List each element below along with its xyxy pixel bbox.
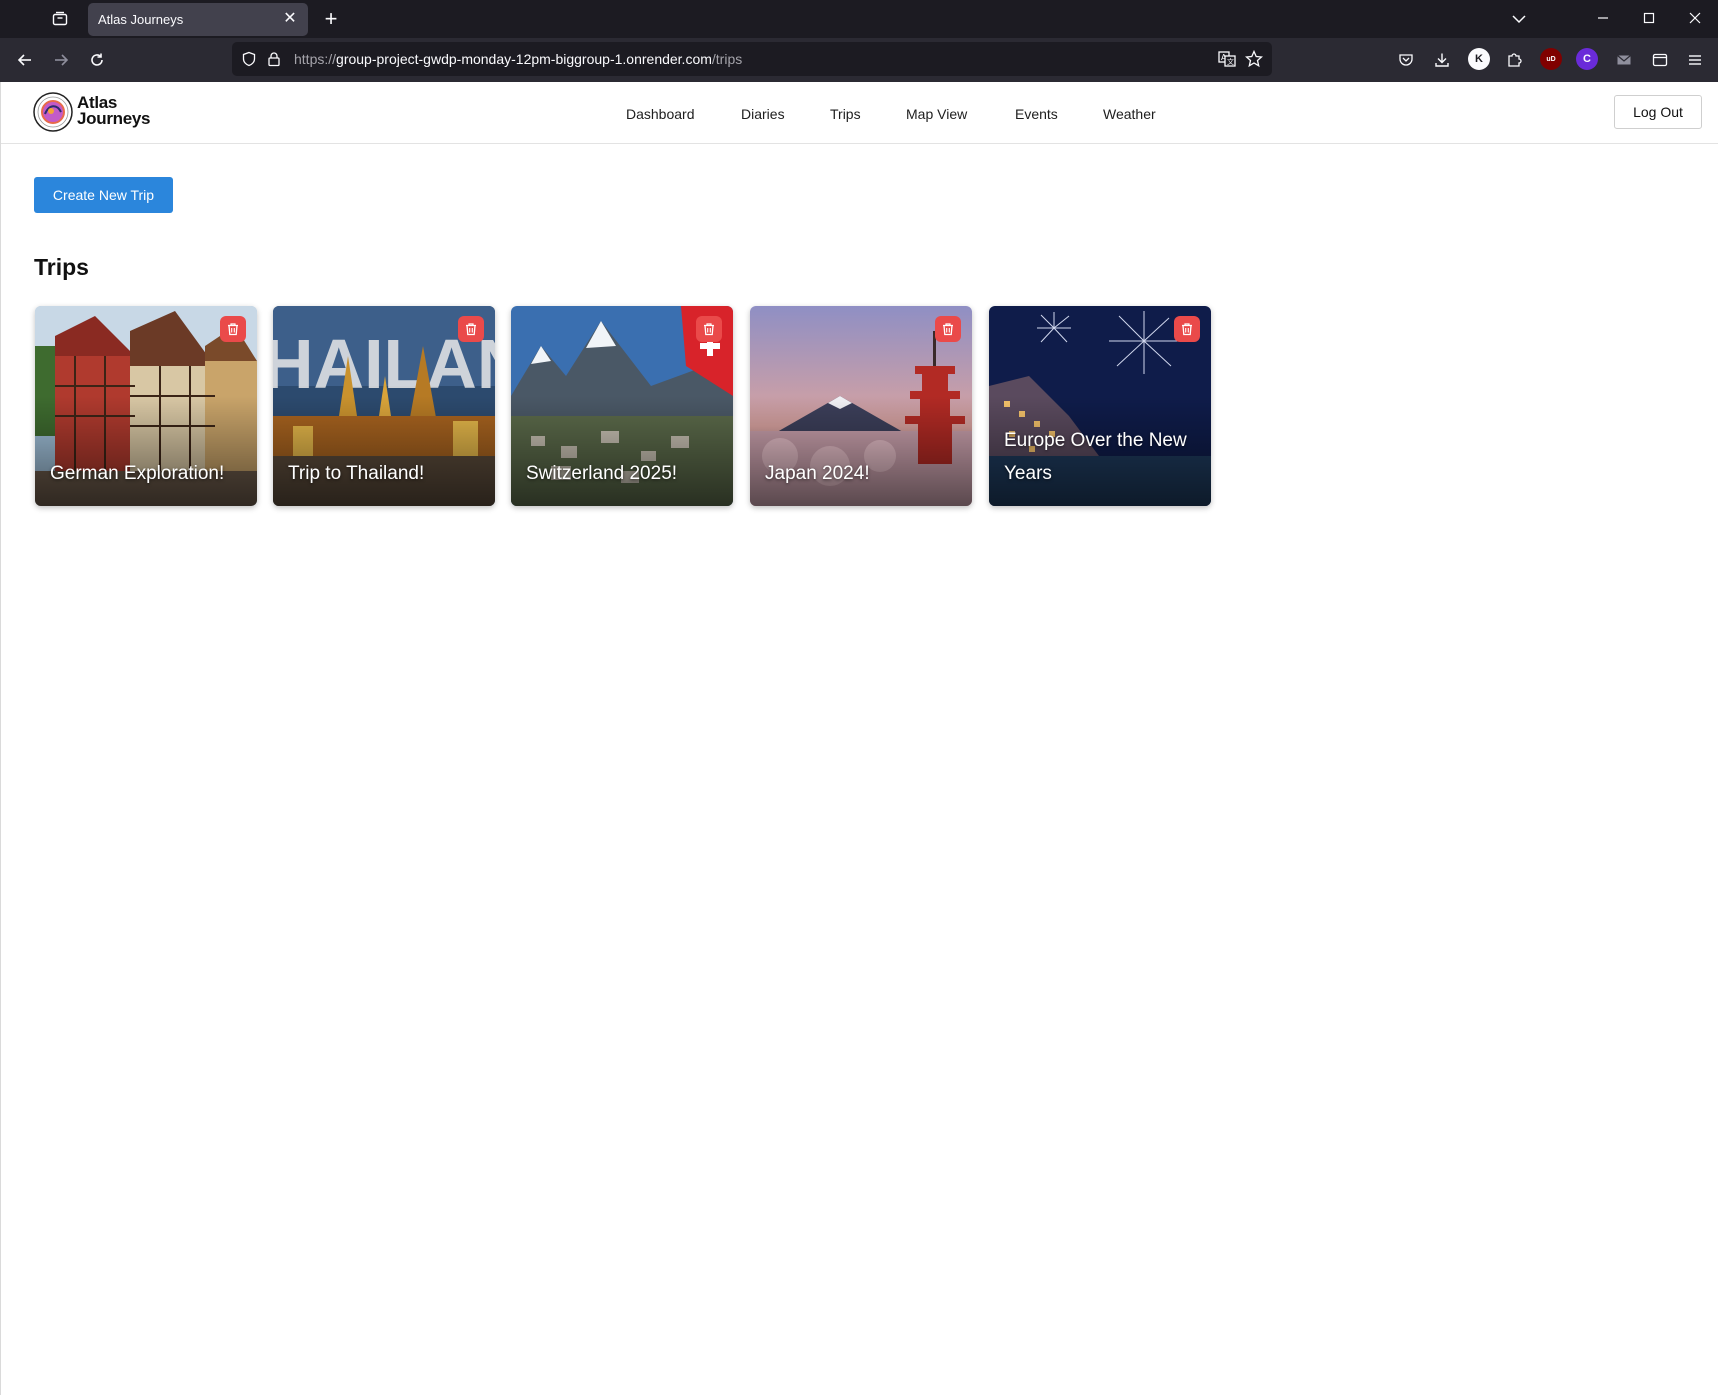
nav-dashboard[interactable]: Dashboard — [626, 106, 695, 122]
address-bar[interactable]: https://group-project-gwdp-monday-12pm-b… — [232, 42, 1272, 76]
puzzle-extensions-icon[interactable] — [1501, 47, 1527, 73]
trip-card[interactable]: HAILAN Trip to Thailand! — [273, 306, 495, 506]
back-arrow-icon[interactable] — [12, 47, 38, 73]
lock-icon[interactable] — [266, 51, 282, 72]
translate-icon[interactable]: A文 — [1218, 50, 1236, 73]
c-extension-icon[interactable]: C — [1576, 48, 1598, 70]
trash-icon — [466, 323, 476, 336]
trash-icon — [228, 323, 238, 336]
trip-title: Japan 2024! — [765, 463, 870, 484]
delete-trip-button[interactable] — [1174, 316, 1200, 342]
tab-close-icon[interactable]: ✕ — [280, 9, 300, 29]
trip-card[interactable]: German Exploration! — [35, 306, 257, 506]
nav-trips[interactable]: Trips — [830, 106, 861, 122]
delete-trip-button[interactable] — [458, 316, 484, 342]
trip-title: German Exploration! — [50, 463, 225, 484]
nav-diaries[interactable]: Diaries — [741, 106, 785, 122]
atlas-journeys-logo[interactable] — [33, 92, 73, 132]
url-prefix: https:// — [294, 51, 337, 67]
close-window-icon[interactable] — [1672, 0, 1718, 36]
trip-title: Switzerland 2025! — [526, 463, 678, 484]
nav-map-view[interactable]: Map View — [906, 106, 967, 122]
tab-overview-icon[interactable] — [46, 6, 74, 32]
shield-icon[interactable] — [241, 51, 257, 72]
forward-arrow-icon[interactable] — [48, 47, 74, 73]
ublock-extension-icon[interactable]: uD — [1540, 48, 1562, 70]
logout-button[interactable]: Log Out — [1614, 95, 1702, 129]
maximize-icon[interactable] — [1626, 0, 1672, 36]
tab-title: Atlas Journeys — [98, 12, 184, 27]
minimize-icon[interactable] — [1580, 0, 1626, 36]
url-path: /trips — [711, 51, 743, 67]
url-host: group-project-gwdp-monday-12pm-biggroup-… — [336, 51, 712, 67]
trash-icon — [704, 323, 714, 336]
site-header: Atlas Journeys Dashboard Diaries Trips M… — [1, 82, 1718, 144]
hamburger-menu-icon[interactable] — [1682, 47, 1708, 73]
delete-trip-button[interactable] — [220, 316, 246, 342]
star-bookmark-icon[interactable] — [1244, 49, 1264, 73]
browser-titlebar: Atlas Journeys ✕ + — [0, 0, 1718, 38]
trip-card[interactable]: Japan 2024! — [750, 306, 972, 506]
browser-tab[interactable]: Atlas Journeys ✕ — [88, 3, 308, 36]
new-tab-button[interactable]: + — [318, 6, 344, 32]
trip-title: Trip to Thailand! — [288, 463, 425, 484]
k-extension-icon[interactable]: K — [1468, 48, 1490, 70]
nav-weather[interactable]: Weather — [1103, 106, 1156, 122]
trash-icon — [943, 323, 953, 336]
browser-toolbar: https://group-project-gwdp-monday-12pm-b… — [0, 38, 1718, 82]
delete-trip-button[interactable] — [696, 316, 722, 342]
chevron-down-icon[interactable] — [1506, 7, 1532, 31]
sidebar-window-icon[interactable] — [1647, 47, 1673, 73]
delete-trip-button[interactable] — [935, 316, 961, 342]
nav-events[interactable]: Events — [1015, 106, 1058, 122]
download-icon[interactable] — [1429, 47, 1455, 73]
trip-card[interactable]: Switzerland 2025! — [511, 306, 733, 506]
brand-name[interactable]: Atlas Journeys — [77, 94, 151, 128]
reload-icon[interactable] — [84, 47, 110, 73]
page-content: Atlas Journeys Dashboard Diaries Trips M… — [0, 82, 1718, 1395]
mail-icon[interactable] — [1611, 47, 1637, 73]
trash-icon — [1182, 323, 1192, 336]
trip-card[interactable]: Europe Over the New Years — [989, 306, 1211, 506]
pocket-icon[interactable] — [1393, 47, 1419, 73]
section-title: Trips — [34, 254, 89, 280]
create-new-trip-button[interactable]: Create New Trip — [34, 177, 173, 213]
svg-text:文: 文 — [1227, 57, 1234, 66]
trip-title: Europe Over the New Years — [1004, 430, 1187, 484]
brand-line-2: Journeys — [77, 109, 151, 128]
url-text[interactable]: https://group-project-gwdp-monday-12pm-b… — [294, 51, 742, 67]
